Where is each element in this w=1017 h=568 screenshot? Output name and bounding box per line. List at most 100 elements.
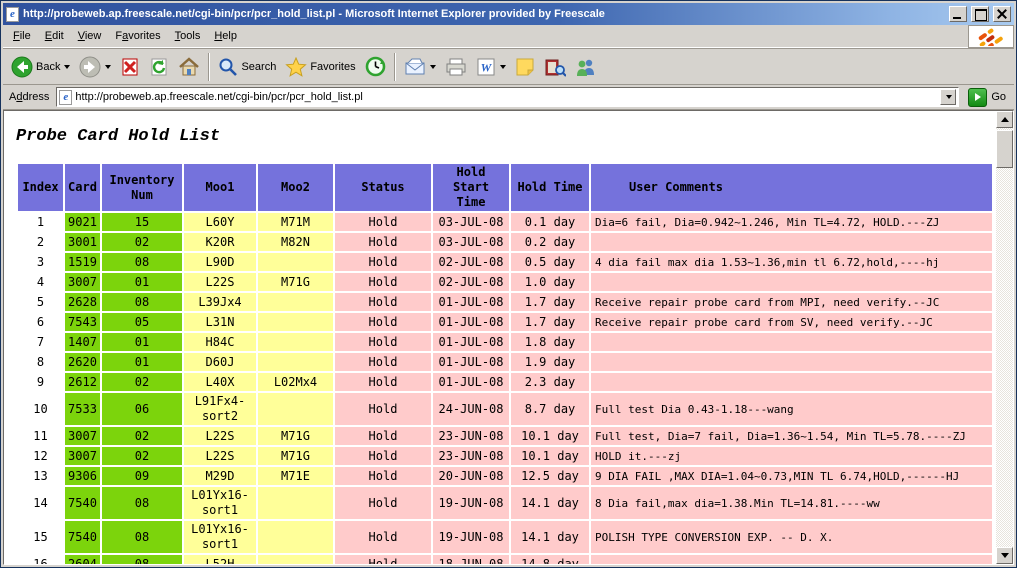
cell-card: 1519 (65, 253, 100, 271)
cell-hold_time: 10.1 day (511, 427, 589, 445)
svg-text:W: W (480, 60, 492, 74)
home-button[interactable] (174, 51, 204, 83)
cell-tool2: M71E (258, 467, 333, 485)
menu-favorites[interactable]: Favorites (109, 27, 166, 45)
cell-index: 16 (18, 555, 63, 564)
cell-hold_time: 0.1 day (511, 213, 589, 231)
refresh-icon (149, 57, 169, 77)
cell-hold_start: 01-JUL-08 (433, 293, 509, 311)
cell-hold_time: 1.7 day (511, 293, 589, 311)
menu-view[interactable]: View (72, 27, 108, 45)
cell-hold_start: 23-JUN-08 (433, 447, 509, 465)
edit-with-word-button[interactable]: W (472, 51, 510, 83)
cell-tool2: M82N (258, 233, 333, 251)
title-bar[interactable]: http://probeweb.ap.freescale.net/cgi-bin… (3, 3, 1014, 25)
print-button[interactable] (441, 51, 471, 83)
cell-index: 5 (18, 293, 63, 311)
table-row: 12300702L22SM71GHold23-JUN-0810.1 dayHOL… (18, 447, 992, 465)
cell-card: 3007 (65, 273, 100, 291)
scroll-up-button[interactable] (996, 111, 1013, 128)
vertical-scrollbar[interactable] (996, 111, 1013, 564)
triangle-up-icon (1001, 117, 1009, 122)
cell-inventory: 02 (102, 427, 182, 445)
cell-hold_start: 03-JUL-08 (433, 213, 509, 231)
mail-dropdown-icon[interactable] (430, 65, 436, 69)
address-page-icon (59, 90, 72, 105)
cell-index: 10 (18, 393, 63, 425)
discuss-button[interactable] (511, 51, 539, 83)
cell-status: Hold (335, 233, 431, 251)
table-row: 6754305L31NHold01-JUL-081.7 dayReceive r… (18, 313, 992, 331)
cell-hold_start: 01-JUL-08 (433, 373, 509, 391)
cell-card: 3001 (65, 233, 100, 251)
edit-dropdown-icon[interactable] (500, 65, 506, 69)
cell-status: Hold (335, 313, 431, 331)
cell-inventory: 08 (102, 487, 182, 519)
cell-card: 9021 (65, 213, 100, 231)
cell-status: Hold (335, 521, 431, 553)
cell-hold_start: 03-JUL-08 (433, 233, 509, 251)
cell-tool2 (258, 333, 333, 351)
back-dropdown-icon[interactable] (64, 65, 70, 69)
cell-tool1: L90D (184, 253, 256, 271)
back-icon (11, 56, 33, 78)
table-row: 13930609M29DM71EHold20-JUN-0812.5 day9 D… (18, 467, 992, 485)
forward-dropdown-icon[interactable] (105, 65, 111, 69)
cell-hold_start: 20-JUN-08 (433, 467, 509, 485)
maximize-button[interactable] (971, 6, 989, 22)
go-arrow-icon (968, 88, 987, 107)
cell-index: 4 (18, 273, 63, 291)
menu-help[interactable]: Help (208, 27, 243, 45)
messenger-button[interactable] (571, 51, 601, 83)
go-button[interactable]: Go (964, 86, 1010, 108)
refresh-button[interactable] (145, 51, 173, 83)
cell-tool2: M71M (258, 213, 333, 231)
minimize-button[interactable] (949, 6, 967, 22)
favorites-label: Favorites (310, 61, 355, 73)
menu-tools[interactable]: Tools (169, 27, 207, 45)
scroll-down-button[interactable] (996, 547, 1013, 564)
favorites-button[interactable]: Favorites (281, 51, 359, 83)
stop-button[interactable] (116, 51, 144, 83)
toolbar: Back (3, 48, 1014, 85)
cell-status: Hold (335, 555, 431, 564)
cell-hold_time: 12.5 day (511, 467, 589, 485)
cell-comments: 8 Dia fail,max dia=1.38.Min TL=14.81.---… (591, 487, 992, 519)
menu-file[interactable]: File (7, 27, 37, 45)
table-row: 14754008L01Yx16-sort1Hold19-JUN-0814.1 d… (18, 487, 992, 519)
table-row: 1902115L60YM71MHold03-JUL-080.1 dayDia=6… (18, 213, 992, 231)
cell-comments (591, 233, 992, 251)
mail-button[interactable] (400, 51, 440, 83)
cell-tool1: L91Fx4-sort2 (184, 393, 256, 425)
sticky-note-icon (515, 57, 535, 77)
cell-tool1: L01Yx16-sort1 (184, 487, 256, 519)
address-input[interactable] (75, 89, 937, 105)
cell-card: 7540 (65, 521, 100, 553)
search-button[interactable]: Search (214, 51, 280, 83)
cell-card: 7540 (65, 487, 100, 519)
back-button[interactable]: Back (7, 51, 74, 83)
home-icon (178, 57, 200, 77)
cell-comments: Full test Dia 0.43-1.18---wang (591, 393, 992, 425)
menu-edit[interactable]: Edit (39, 27, 70, 45)
cell-index: 7 (18, 333, 63, 351)
research-book-icon (544, 57, 566, 77)
forward-button[interactable] (75, 51, 115, 83)
cell-hold_time: 1.8 day (511, 333, 589, 351)
cell-card: 1407 (65, 333, 100, 351)
cell-index: 12 (18, 447, 63, 465)
scrollbar-thumb[interactable] (996, 130, 1013, 168)
close-button[interactable] (993, 6, 1011, 22)
web-page: Probe Card Hold List Index Card Inventor… (4, 111, 996, 564)
history-button[interactable] (361, 51, 390, 83)
cell-status: Hold (335, 273, 431, 291)
cell-hold_start: 18-JUN-08 (433, 555, 509, 564)
cell-tool1: H84C (184, 333, 256, 351)
address-field[interactable] (56, 87, 959, 107)
research-button[interactable] (540, 51, 570, 83)
cell-tool2 (258, 521, 333, 553)
cell-inventory: 02 (102, 233, 182, 251)
cell-hold_time: 2.3 day (511, 373, 589, 391)
address-dropdown-button[interactable] (940, 89, 956, 105)
hold-list-table: Index Card Inventory Num Moo1 Moo2 Statu… (16, 162, 994, 564)
